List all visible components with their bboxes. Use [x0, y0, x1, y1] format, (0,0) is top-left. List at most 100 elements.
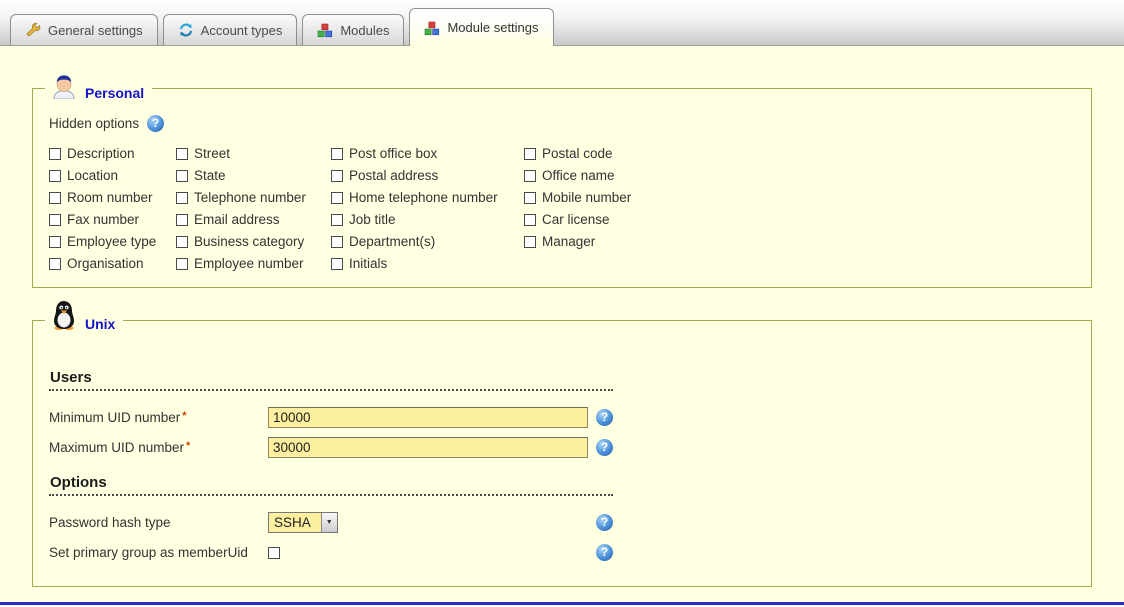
checkbox-icon[interactable] — [176, 258, 188, 270]
checkbox-icon[interactable] — [331, 192, 343, 204]
hidden-option-post-office-box[interactable]: Post office box — [331, 146, 524, 161]
hidden-option-office-name[interactable]: Office name — [524, 168, 1075, 183]
checkbox-icon[interactable] — [49, 258, 61, 270]
checkbox-label: Email address — [194, 212, 280, 227]
password-hash-label: Password hash type — [49, 515, 268, 530]
tux-penguin-icon — [51, 300, 77, 335]
checkbox-icon[interactable] — [176, 236, 188, 248]
checkbox-label: Employee number — [194, 256, 304, 271]
help-icon[interactable]: ? — [596, 514, 613, 531]
checkbox-label: Postal code — [542, 146, 613, 161]
checkbox-icon[interactable] — [331, 170, 343, 182]
unix-legend: Unix — [45, 300, 123, 335]
hidden-options-row: Hidden options ? — [49, 115, 1075, 132]
checkbox-label: Description — [67, 146, 135, 161]
personal-legend: Personal — [45, 73, 152, 104]
checkbox-label: Business category — [194, 234, 304, 249]
account-types-icon — [178, 22, 194, 38]
field-label-text: Password hash type — [49, 515, 171, 530]
help-icon[interactable]: ? — [596, 544, 613, 561]
hidden-option-telephone-number[interactable]: Telephone number — [176, 190, 331, 205]
checkbox-icon[interactable] — [49, 236, 61, 248]
checkbox-label: Postal address — [349, 168, 438, 183]
min-uid-label: Minimum UID number* — [49, 410, 268, 425]
min-uid-input[interactable] — [268, 407, 588, 428]
field-label-text: Minimum UID number — [49, 410, 180, 425]
tab-label: General settings — [48, 23, 143, 38]
hidden-option-postal-address[interactable]: Postal address — [331, 168, 524, 183]
checkbox-icon[interactable] — [176, 214, 188, 226]
help-icon[interactable]: ? — [596, 439, 613, 456]
checkbox-label: Car license — [542, 212, 610, 227]
unix-legend-label: Unix — [85, 316, 115, 335]
hidden-option-manager[interactable]: Manager — [524, 234, 1075, 249]
tab-module-settings[interactable]: Module settings — [409, 8, 553, 46]
checkbox-label: Post office box — [349, 146, 437, 161]
checkbox-icon[interactable] — [49, 192, 61, 204]
hidden-option-fax-number[interactable]: Fax number — [49, 212, 176, 227]
max-uid-input[interactable] — [268, 437, 588, 458]
checkbox-icon[interactable] — [524, 192, 536, 204]
tab-label: Account types — [201, 23, 283, 38]
personal-legend-label: Personal — [85, 85, 144, 104]
checkbox-label: Fax number — [67, 212, 139, 227]
hidden-option-home-telephone-number[interactable]: Home telephone number — [331, 190, 524, 205]
member-uid-checkbox[interactable] — [268, 547, 280, 559]
max-uid-label: Maximum UID number* — [49, 440, 268, 455]
checkbox-icon[interactable] — [331, 258, 343, 270]
checkbox-label: Job title — [349, 212, 396, 227]
checkbox-label: State — [194, 168, 226, 183]
tab-account-types[interactable]: Account types — [163, 14, 298, 45]
wrench-icon — [25, 22, 41, 38]
member-uid-control — [268, 547, 588, 559]
password-hash-select[interactable]: SSHA ▼ — [268, 512, 338, 533]
options-section-header: Options — [49, 474, 613, 496]
tab-bar: General settings Account types Modules — [0, 0, 1124, 46]
checkbox-label: Organisation — [67, 256, 144, 271]
checkbox-icon[interactable] — [524, 148, 536, 160]
field-label-text: Set primary group as memberUid — [49, 545, 248, 560]
hidden-option-postal-code[interactable]: Postal code — [524, 146, 1075, 161]
checkbox-icon[interactable] — [176, 170, 188, 182]
checkbox-icon[interactable] — [49, 148, 61, 160]
person-icon — [51, 73, 77, 104]
hidden-option-state[interactable]: State — [176, 168, 331, 183]
hidden-option-car-license[interactable]: Car license — [524, 212, 1075, 227]
checkbox-icon[interactable] — [524, 236, 536, 248]
hidden-option-room-number[interactable]: Room number — [49, 190, 176, 205]
checkbox-label: Department(s) — [349, 234, 435, 249]
hidden-option-mobile-number[interactable]: Mobile number — [524, 190, 1075, 205]
checkbox-icon[interactable] — [176, 148, 188, 160]
checkbox-icon[interactable] — [524, 214, 536, 226]
hidden-option-departments[interactable]: Department(s) — [331, 234, 524, 249]
chevron-down-icon[interactable]: ▼ — [321, 513, 337, 532]
personal-fieldset: Personal Hidden options ? Description St… — [32, 88, 1092, 288]
tab-label: Modules — [340, 23, 389, 38]
checkbox-icon[interactable] — [331, 214, 343, 226]
help-icon[interactable]: ? — [147, 115, 164, 132]
tab-modules[interactable]: Modules — [302, 14, 404, 45]
checkbox-icon[interactable] — [331, 236, 343, 248]
checkbox-label: Mobile number — [542, 190, 631, 205]
hidden-option-street[interactable]: Street — [176, 146, 331, 161]
checkbox-icon[interactable] — [524, 170, 536, 182]
hidden-option-description[interactable]: Description — [49, 146, 176, 161]
hidden-option-employee-type[interactable]: Employee type — [49, 234, 176, 249]
checkbox-icon[interactable] — [176, 192, 188, 204]
checkbox-label: Manager — [542, 234, 595, 249]
hidden-option-business-category[interactable]: Business category — [176, 234, 331, 249]
help-icon[interactable]: ? — [596, 409, 613, 426]
checkbox-icon[interactable] — [49, 170, 61, 182]
hidden-option-initials[interactable]: Initials — [331, 256, 524, 271]
min-uid-control — [268, 407, 588, 428]
module-settings-icon — [424, 20, 440, 36]
checkbox-icon[interactable] — [331, 148, 343, 160]
tab-general-settings[interactable]: General settings — [10, 14, 158, 45]
hidden-option-organisation[interactable]: Organisation — [49, 256, 176, 271]
hidden-option-email-address[interactable]: Email address — [176, 212, 331, 227]
checkbox-icon[interactable] — [49, 214, 61, 226]
hidden-option-employee-number[interactable]: Employee number — [176, 256, 331, 271]
min-uid-row: Minimum UID number* ? — [49, 407, 1075, 428]
hidden-option-location[interactable]: Location — [49, 168, 176, 183]
hidden-option-job-title[interactable]: Job title — [331, 212, 524, 227]
